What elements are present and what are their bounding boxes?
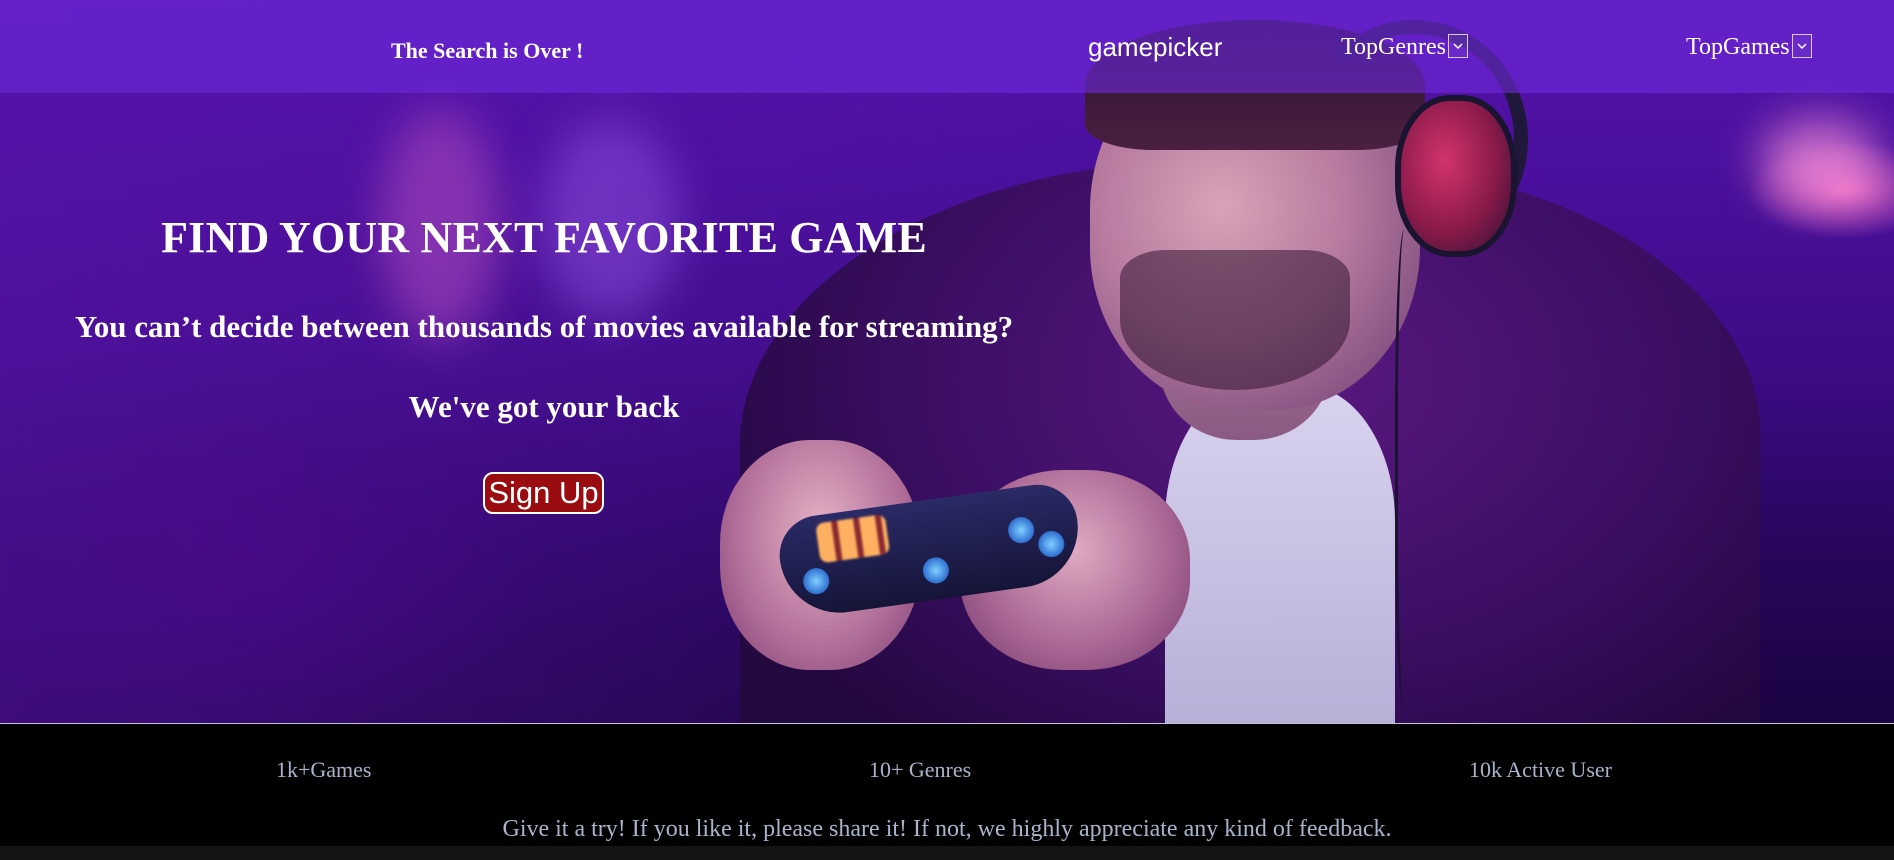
hero-subtitle: You can’t decide between thousands of mo… bbox=[74, 309, 1014, 344]
brand-logo-text[interactable]: gamepicker bbox=[1088, 32, 1222, 63]
hero-background-image bbox=[0, 0, 1894, 723]
stats-bar: 1k+Games 10+ Genres 10k Active User Give… bbox=[0, 724, 1894, 846]
feedback-text: Give it a try! If you like it, please sh… bbox=[502, 816, 1392, 842]
person-shirt bbox=[1165, 385, 1395, 723]
stat-active-users: 10k Active User bbox=[1469, 757, 1612, 782]
navbar: The Search is Over ! gamepicker TopGenre… bbox=[0, 0, 1894, 93]
controller-button bbox=[921, 555, 951, 586]
sign-up-button[interactable]: Sign Up bbox=[483, 472, 604, 514]
headphone-cup bbox=[1395, 95, 1517, 257]
footer-strip bbox=[0, 846, 1894, 860]
person-beard bbox=[1120, 250, 1350, 390]
controller-button bbox=[1006, 515, 1036, 545]
hero-tagline: We've got your back bbox=[408, 389, 680, 424]
hero-title: FIND YOUR NEXT FAVORITE GAME bbox=[161, 213, 927, 262]
stat-games: 1k+Games bbox=[276, 757, 372, 782]
chevron-down-icon[interactable] bbox=[1447, 34, 1468, 58]
controller-button bbox=[1036, 529, 1067, 559]
controller-glow bbox=[815, 513, 891, 564]
nav-tagline: The Search is Over ! bbox=[391, 38, 584, 63]
headphone-cable bbox=[1395, 230, 1418, 710]
stat-genres: 10+ Genres bbox=[869, 757, 972, 782]
chevron-down-icon[interactable] bbox=[1791, 34, 1812, 58]
controller-button bbox=[801, 566, 831, 596]
background-light bbox=[1760, 120, 1880, 200]
topgenres-dropdown[interactable]: TopGenres bbox=[1341, 34, 1468, 61]
topgames-dropdown[interactable]: TopGames bbox=[1686, 34, 1812, 61]
topgenres-label: TopGenres bbox=[1341, 34, 1446, 60]
topgames-label: TopGames bbox=[1686, 34, 1790, 60]
